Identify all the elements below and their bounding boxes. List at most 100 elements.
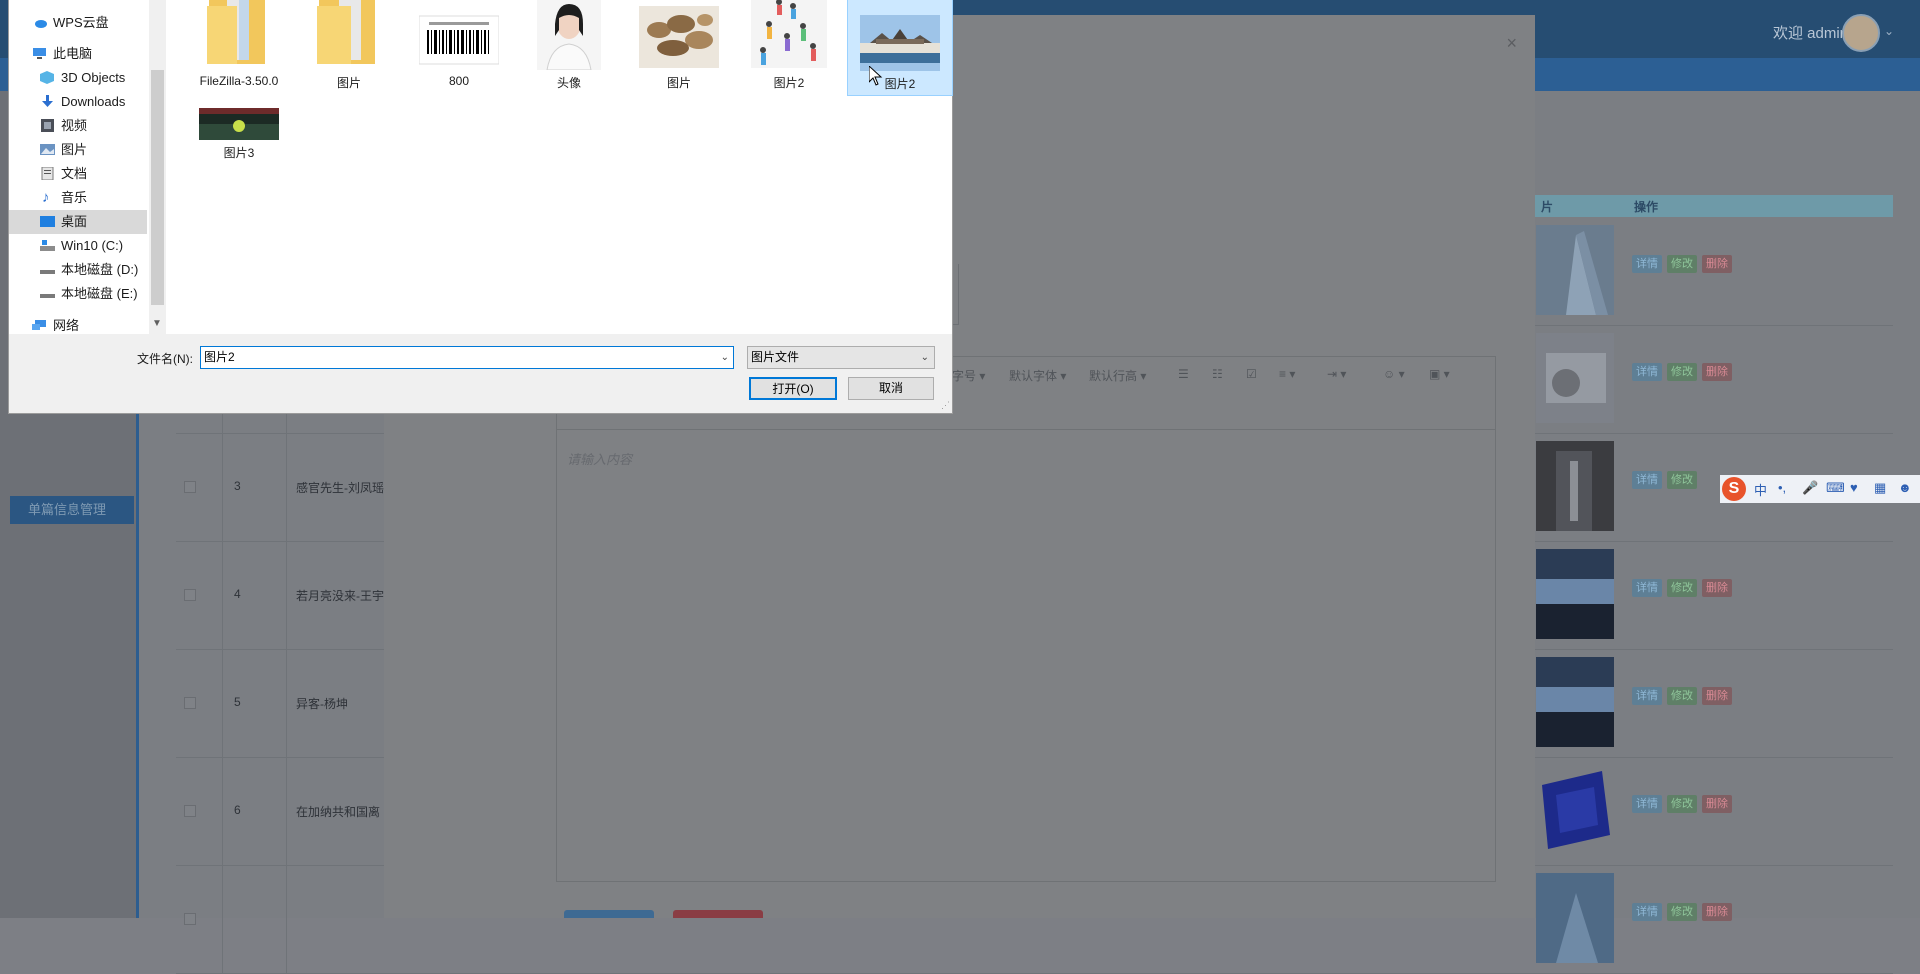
apps-icon[interactable]: ▦ [1874, 480, 1886, 496]
nav-item-drive-e[interactable]: 本地磁盘 (E:) [9, 282, 147, 306]
ime-punct[interactable]: •, [1778, 480, 1786, 495]
nav-item-videos[interactable]: 视频 [9, 114, 147, 138]
delete-button[interactable]: 删除 [1702, 903, 1732, 921]
video-icon [41, 119, 54, 132]
sidebar-item-article[interactable]: 单篇信息管理 [10, 496, 134, 524]
mascot-icon[interactable]: ☻ [1898, 480, 1912, 495]
delete-button[interactable]: 删除 [1702, 795, 1732, 813]
detail-button[interactable]: 详情 [1632, 795, 1662, 813]
numbered-list-icon[interactable]: ☷ [1212, 367, 1223, 381]
detail-button[interactable]: 详情 [1632, 687, 1662, 705]
nav-item-wps-cloud[interactable]: WPS云盘 [9, 11, 147, 35]
todo-icon[interactable]: ☑ [1246, 367, 1257, 381]
column-header-image[interactable]: 片 [1541, 198, 1553, 215]
nav-item-desktop[interactable]: 桌面 [9, 210, 147, 234]
row-title: 异客-杨坤 [296, 697, 348, 711]
delete-button[interactable]: 删除 [1702, 255, 1732, 273]
microphone-icon[interactable]: 🎤 [1802, 480, 1818, 496]
edit-button[interactable]: 修改 [1667, 255, 1697, 273]
row-checkbox[interactable] [184, 481, 196, 493]
row-thumbnail [1536, 765, 1614, 855]
barcode-thumbnail [419, 15, 499, 65]
row-checkbox[interactable] [184, 913, 196, 925]
mouse-cursor-icon [869, 66, 883, 86]
filename-input[interactable]: 图片2 ⌄ [200, 346, 734, 369]
desktop-icon [40, 216, 55, 227]
file-item[interactable]: 800 [407, 0, 511, 94]
submit-button[interactable] [564, 910, 654, 918]
file-item[interactable]: 图片3 [187, 104, 291, 208]
row-checkbox[interactable] [184, 697, 196, 709]
cloud-icon [35, 20, 47, 28]
detail-button[interactable]: 详情 [1632, 579, 1662, 597]
tennis-thumbnail [199, 108, 279, 140]
chevron-down-icon[interactable]: ▼ [152, 318, 162, 329]
welcome-text: 欢迎 admin [1772, 25, 1848, 42]
dialog-footer: 文件名(N): 图片2 ⌄ 图片文件 ⌄ 打开(O) 取消 ⋰ [9, 334, 952, 413]
keyboard-icon[interactable]: ⌨ [1826, 480, 1845, 496]
nav-item-3d-objects[interactable]: 3D Objects [9, 66, 147, 90]
row-number: 3 [234, 479, 241, 493]
column-header-actions[interactable]: 操作 [1634, 198, 1658, 215]
detail-button[interactable]: 详情 [1632, 255, 1662, 273]
editor-placeholder[interactable]: 请输入内容 [567, 449, 632, 468]
chevron-down-icon[interactable]: ⌄ [1884, 24, 1894, 38]
delete-button[interactable]: 删除 [1702, 579, 1732, 597]
row-checkbox[interactable] [184, 589, 196, 601]
drive-icon [40, 270, 55, 274]
filetype-select[interactable]: 图片文件 ⌄ [747, 346, 935, 369]
delete-button[interactable]: 删除 [1702, 363, 1732, 381]
file-item[interactable]: 头像 [517, 0, 621, 94]
nav-item-drive-c[interactable]: Win10 (C:) [9, 234, 147, 258]
file-item[interactable]: 图片 [627, 0, 731, 94]
nav-scrollbar[interactable]: ▼ [149, 0, 166, 334]
font-size-dropdown[interactable]: 字号 ▾ [952, 367, 985, 384]
cancel-button[interactable]: 取消 [848, 377, 934, 400]
nav-item-downloads[interactable]: Downloads [9, 90, 147, 114]
resize-grip-icon[interactable]: ⋰ [941, 400, 950, 411]
file-item[interactable]: FileZilla-3.50.0 [187, 0, 291, 94]
edit-button[interactable]: 修改 [1667, 795, 1697, 813]
scrollbar-thumb[interactable] [151, 70, 164, 305]
nav-item-pictures[interactable]: 图片 [9, 138, 147, 162]
ime-toolbar: S 中 •, 🎤 ⌨ ♥ ▦ ☻ [1720, 475, 1920, 503]
file-item[interactable]: 图片2 [737, 0, 841, 94]
bullet-list-icon[interactable]: ☰ [1178, 367, 1189, 381]
network-icon [32, 320, 46, 330]
landscape-thumbnail [860, 15, 940, 71]
align-icon[interactable]: ≡ ▾ [1279, 367, 1295, 381]
sogou-logo-icon[interactable]: S [1722, 477, 1746, 501]
detail-button[interactable]: 详情 [1632, 471, 1662, 489]
nav-item-this-pc[interactable]: 此电脑 [9, 42, 147, 66]
chevron-down-icon[interactable]: ⌄ [718, 347, 729, 368]
ime-mode[interactable]: 中 [1754, 480, 1767, 499]
edit-button[interactable]: 修改 [1667, 687, 1697, 705]
edit-button[interactable]: 修改 [1667, 471, 1697, 489]
row-thumbnail [1536, 549, 1614, 639]
indent-icon[interactable]: ⇥ ▾ [1327, 367, 1346, 381]
nav-item-music[interactable]: ♪ 音乐 [9, 186, 147, 210]
close-icon[interactable]: × [1506, 33, 1517, 54]
edit-button[interactable]: 修改 [1667, 363, 1697, 381]
open-button[interactable]: 打开(O) [749, 377, 837, 400]
nav-item-documents[interactable]: 文档 [9, 162, 147, 186]
image-icon[interactable]: ▣ ▾ [1429, 367, 1450, 381]
computer-icon [33, 48, 46, 59]
chevron-down-icon: ⌄ [920, 352, 929, 363]
detail-button[interactable]: 详情 [1632, 363, 1662, 381]
delete-button[interactable]: 删除 [1702, 687, 1732, 705]
cancel-button[interactable] [673, 910, 763, 918]
row-checkbox[interactable] [184, 805, 196, 817]
rich-text-editor: 字号 ▾ 默认字体 ▾ 默认行高 ▾ ☰ ☷ ☑ ≡ ▾ ⇥ ▾ ☺ ▾ ▣ ▾… [556, 356, 1496, 882]
edit-button[interactable]: 修改 [1667, 579, 1697, 597]
file-item[interactable]: 图片 [297, 0, 401, 94]
detail-button[interactable]: 详情 [1632, 903, 1662, 921]
skin-icon[interactable]: ♥ [1850, 480, 1858, 495]
edit-button[interactable]: 修改 [1667, 903, 1697, 921]
nav-item-drive-d[interactable]: 本地磁盘 (D:) [9, 258, 147, 282]
file-item-selected[interactable]: 图片2 [847, 0, 953, 96]
emoji-icon[interactable]: ☺ ▾ [1383, 367, 1405, 381]
user-avatar[interactable] [1842, 14, 1880, 52]
line-height-dropdown[interactable]: 默认行高 ▾ [1089, 367, 1146, 384]
font-family-dropdown[interactable]: 默认字体 ▾ [1009, 367, 1066, 384]
